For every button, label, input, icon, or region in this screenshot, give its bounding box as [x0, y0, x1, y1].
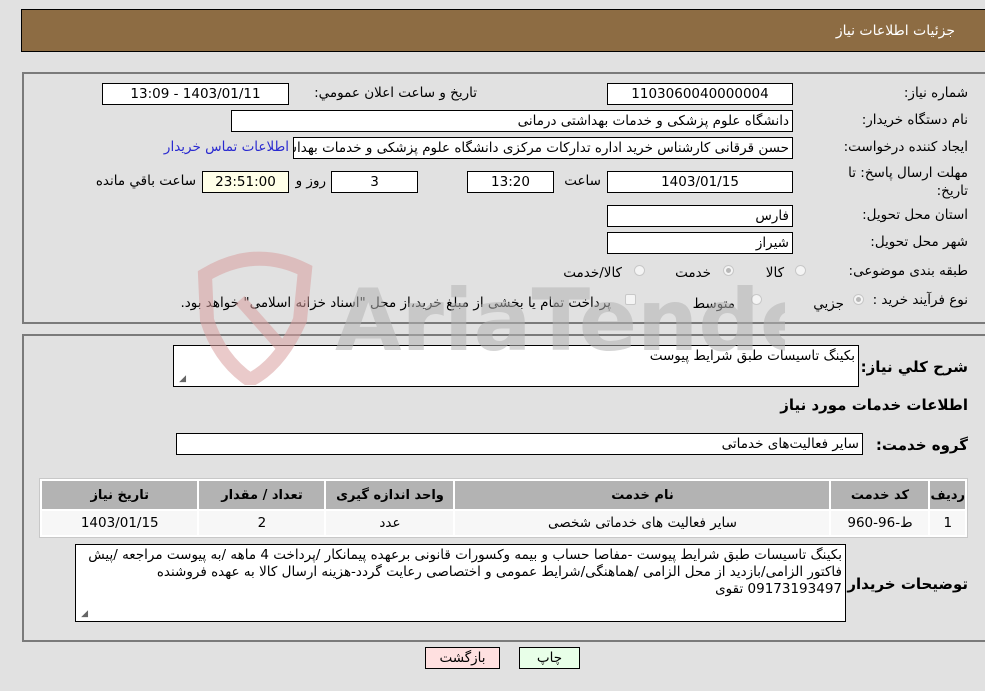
table-header-row: ردیف کد خدمت نام خدمت واحد اندازه گیری ت… [42, 481, 965, 509]
table-row: 1 ط-96-960 سایر فعالیت های خدماتی شخصی ع… [42, 511, 965, 535]
col-header-need-date: تاریخ نیاز [42, 481, 198, 509]
treasury-checkbox[interactable] [625, 294, 636, 305]
service-group-label: گروه خدمت: [875, 436, 968, 454]
buyer-notes-textarea[interactable]: بکینگ تاسیسات طبق شرایط پیوست -مفاصا حسا… [75, 544, 846, 622]
requester-field: حسن قرقانی کارشناس خرید اداره تدارکات مر… [293, 137, 793, 159]
purchase-type-radio-minor[interactable] [853, 294, 864, 305]
resize-grip-icon[interactable]: ◢ [176, 374, 186, 384]
need-number-field: 1103060040000004 [607, 83, 793, 105]
province-field: فارس [607, 205, 793, 227]
purchase-type-radio-medium[interactable] [751, 294, 762, 305]
col-header-quantity: تعداد / مقدار [199, 481, 325, 509]
buyer-org-label: نام دستگاه خریدار: [861, 112, 968, 128]
city-field: شیراز [607, 232, 793, 254]
days-label: روز و [295, 173, 326, 189]
category-radio-service[interactable] [723, 265, 734, 276]
category-option-goods: کالا [765, 265, 784, 281]
buyer-org-field: دانشگاه علوم پزشکی و خدمات بهداشتی درمان… [231, 110, 793, 132]
print-button[interactable]: چاپ [519, 647, 580, 669]
time-remaining-label: ساعت باقي مانده [95, 173, 196, 189]
page-header: جزئیات اطلاعات نیاز [21, 9, 985, 52]
buyer-notes-label: توضیحات خریدار: [841, 575, 968, 593]
resize-grip-icon[interactable]: ◢ [78, 609, 88, 619]
cell-need-date: 1403/01/15 [42, 511, 198, 535]
category-option-service: خدمت [675, 265, 711, 281]
deadline-time-field: 13:20 [467, 171, 554, 193]
category-radio-goods-service[interactable] [634, 265, 645, 276]
purchase-type-option-medium: متوسط [692, 296, 735, 312]
days-remaining-field: 3 [331, 171, 418, 193]
col-header-service-code: کد خدمت [831, 481, 929, 509]
deadline-date-field: 1403/01/15 [607, 171, 793, 193]
summary-textarea[interactable]: بکینگ تاسیسات طبق شرایط پیوست ◢ [173, 345, 859, 387]
cell-unit: عدد [326, 511, 454, 535]
page-title: جزئیات اطلاعات نیاز [835, 23, 955, 39]
cell-service-name: سایر فعالیت های خدماتی شخصی [455, 511, 830, 535]
category-option-goods-service: کالا/خدمت [563, 265, 622, 281]
time-remaining-field: 23:51:00 [202, 171, 289, 193]
category-label: طبقه بندی موضوعی: [848, 263, 968, 279]
service-group-field: سایر فعالیت‌های خدماتی [176, 433, 863, 455]
treasury-note: پرداخت تمام یا بخشی از مبلغ خرید،از محل … [180, 295, 611, 311]
summary-text: بکینگ تاسیسات طبق شرایط پیوست [649, 348, 855, 364]
deadline-time-label: ساعت [564, 173, 601, 189]
summary-label: شرح کلي نیاز: [860, 358, 968, 376]
cell-row-number: 1 [930, 511, 965, 535]
col-header-unit: واحد اندازه گیری [326, 481, 454, 509]
buyer-contact-link[interactable]: اطلاعات تماس خریدار [164, 139, 289, 155]
services-heading: اطلاعات خدمات مورد نیاز [780, 396, 968, 414]
col-header-row-number: ردیف [930, 481, 965, 509]
cell-service-code: ط-96-960 [831, 511, 929, 535]
need-number-label: شماره نیاز: [903, 85, 968, 101]
requester-label: ایجاد کننده درخواست: [843, 139, 968, 155]
services-table: ردیف کد خدمت نام خدمت واحد اندازه گیری ت… [39, 478, 968, 538]
purchase-type-option-minor: جزيي [813, 296, 844, 312]
province-label: استان محل تحویل: [862, 207, 968, 223]
announce-datetime-field: 1403/01/11 - 13:09 [102, 83, 289, 105]
announce-datetime-label: تاریخ و ساعت اعلان عمومي: [314, 85, 477, 101]
deadline-label: مهلت ارسال پاسخ: تا تاریخ: [848, 165, 968, 199]
back-button[interactable]: بازگشت [425, 647, 500, 669]
buyer-notes-text: بکینگ تاسیسات طبق شرایط پیوست -مفاصا حسا… [88, 547, 842, 597]
city-label: شهر محل تحویل: [870, 234, 968, 250]
purchase-type-label: نوع فرآیند خرید : [872, 292, 968, 308]
cell-quantity: 2 [199, 511, 325, 535]
col-header-service-name: نام خدمت [455, 481, 830, 509]
category-radio-goods[interactable] [795, 265, 806, 276]
